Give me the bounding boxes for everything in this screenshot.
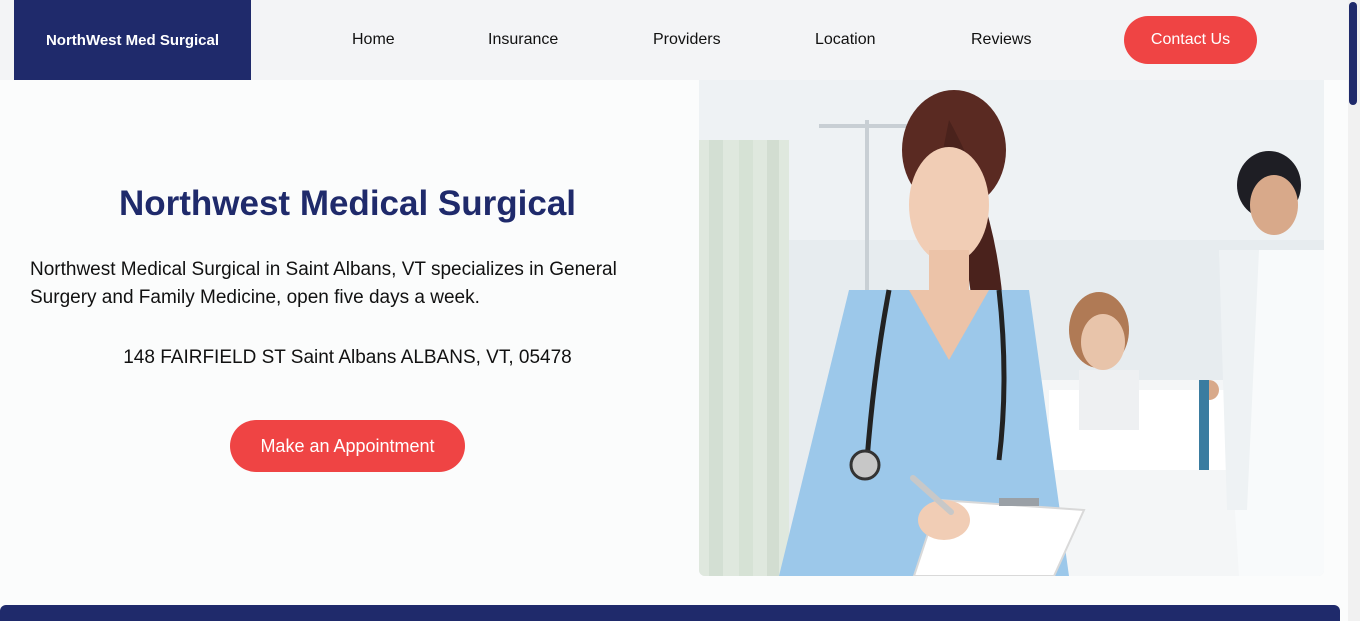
make-appointment-button[interactable]: Make an Appointment (230, 420, 465, 472)
hero-image (699, 80, 1324, 576)
navbar: NorthWest Med Surgical Home Insurance Pr… (0, 0, 1348, 80)
brand-logo[interactable]: NorthWest Med Surgical (14, 0, 251, 80)
contact-us-button[interactable]: Contact Us (1124, 16, 1257, 64)
page: NorthWest Med Surgical Home Insurance Pr… (0, 0, 1360, 621)
nav-link-providers[interactable]: Providers (653, 30, 721, 50)
nav-link-insurance[interactable]: Insurance (488, 30, 558, 50)
hero-title: Northwest Medical Surgical (118, 184, 577, 223)
hero-address: 148 FAIRFIELD ST Saint Albans ALBANS, VT… (123, 347, 572, 368)
hero-description: Northwest Medical Surgical in Saint Alba… (30, 259, 617, 308)
scrollbar-thumb[interactable] (1349, 2, 1357, 105)
medical-staff-photo (699, 80, 1324, 576)
nav-link-location[interactable]: Location (815, 30, 876, 50)
nav-link-reviews[interactable]: Reviews (971, 30, 1031, 50)
nav-link-home[interactable]: Home (352, 30, 395, 50)
bottom-section-band (0, 605, 1340, 621)
